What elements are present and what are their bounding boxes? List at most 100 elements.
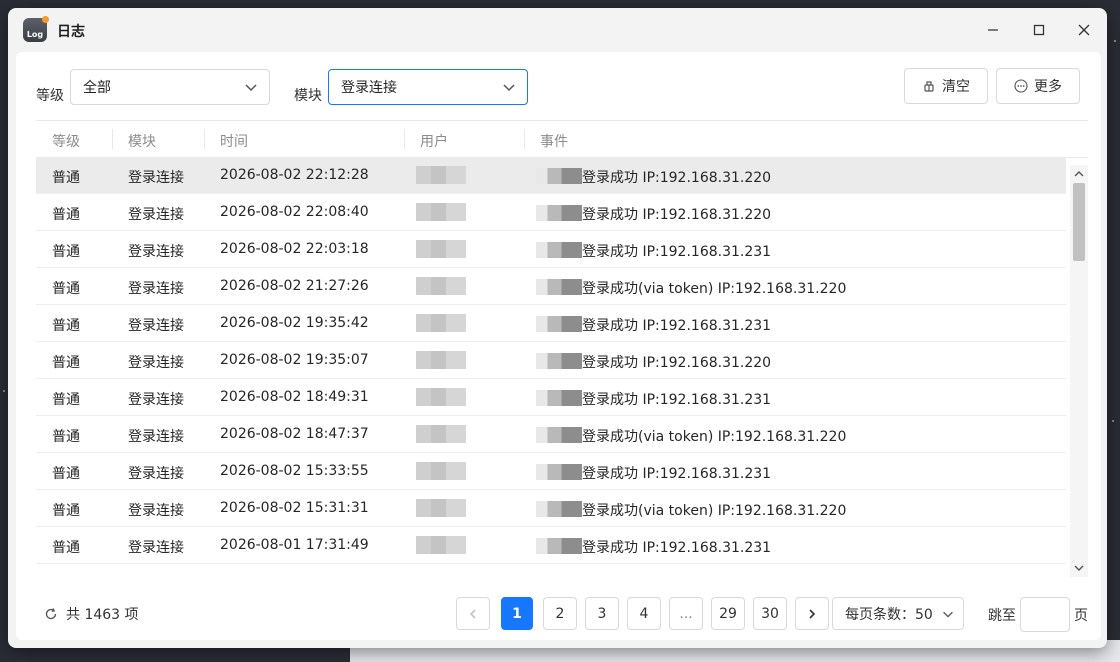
cell-time: 2026-08-02 15:31:31 (220, 500, 369, 516)
table-row[interactable]: 普通 登录连接 2026-08-02 19:35:42 登录成功 IP:192.168… (36, 305, 1066, 342)
cell-event-text: 登录成功 IP:192.168.31.220 (582, 207, 772, 223)
redacted-block (536, 427, 582, 443)
cell-level: 普通 (52, 244, 80, 260)
table-row[interactable]: 普通 登录连接 2026-08-02 21:27:26 登录成功(via token)… (36, 268, 1066, 305)
next-page-button[interactable] (795, 597, 829, 630)
total-count: 共 1463 项 (44, 604, 139, 624)
table-row[interactable]: 普通 登录连接 2026-08-02 22:12:28 登录成功 IP:192.168… (36, 157, 1066, 194)
content-panel: 等级 全部 模块 登录连接 清空 更多 等级 模块 时间 用户 事件 普通 登录… (16, 52, 1101, 640)
cell-time: 2026-08-02 21:27:26 (220, 278, 369, 294)
scroll-thumb[interactable] (1073, 183, 1085, 261)
redacted-block (536, 168, 582, 184)
header-user[interactable]: 用户 (420, 131, 448, 151)
window-title: 日志 (57, 24, 85, 40)
cell-time: 2026-08-02 22:03:18 (220, 241, 369, 257)
page-size-select[interactable]: 每页条数：50 (832, 597, 964, 630)
cell-event-text: 登录成功 IP:192.168.31.220 (582, 355, 772, 371)
cell-level: 普通 (52, 540, 80, 556)
close-icon (1078, 24, 1090, 36)
page-button-30[interactable]: 30 (753, 597, 787, 630)
refresh-icon[interactable] (44, 607, 58, 621)
header-time[interactable]: 时间 (220, 131, 248, 151)
cell-time: 2026-08-02 18:47:37 (220, 426, 369, 442)
cell-time: 2026-08-01 17:31:49 (220, 537, 369, 553)
cell-user-redacted (416, 499, 466, 517)
page-button-2[interactable]: 2 (543, 597, 577, 630)
cell-level: 普通 (52, 170, 80, 186)
redacted-block (536, 538, 582, 554)
redacted-block (536, 316, 582, 332)
cell-user-redacted (416, 166, 466, 184)
cell-module: 登录连接 (128, 503, 184, 519)
cell-event-text: 登录成功 IP:192.168.31.231 (582, 244, 772, 260)
redacted-block (536, 464, 582, 480)
level-select-value: 全部 (83, 80, 111, 96)
header-level[interactable]: 等级 (52, 131, 80, 151)
redacted-block (536, 353, 582, 369)
header-event[interactable]: 事件 (540, 131, 568, 151)
minimize-icon (988, 29, 998, 31)
broom-icon (924, 81, 934, 92)
table-row[interactable]: 普通 登录连接 2026-08-02 22:03:18 登录成功 IP:192.168… (36, 231, 1066, 268)
level-select[interactable]: 全部 (70, 69, 270, 105)
cell-user-redacted (416, 277, 466, 295)
cell-user-redacted (416, 203, 466, 221)
table-row[interactable]: 普通 登录连接 2026-08-02 15:33:55 登录成功 IP:192.168… (36, 453, 1066, 490)
chevron-left-icon (469, 608, 476, 619)
more-icon (1014, 79, 1028, 93)
maximize-button[interactable] (1024, 18, 1054, 42)
title-bar[interactable]: Log 日志 (8, 8, 1107, 52)
table-scrollbar[interactable] (1070, 165, 1088, 577)
module-select[interactable]: 登录连接 (328, 69, 528, 105)
prev-page-button[interactable] (456, 597, 490, 630)
page-button-3[interactable]: 3 (585, 597, 619, 630)
header-module[interactable]: 模块 (128, 131, 156, 151)
jump-page-input[interactable] (1020, 597, 1070, 632)
level-filter-label: 等级 (36, 88, 64, 104)
table-row[interactable]: 普通 登录连接 2026-08-01 17:31:49 登录成功 IP:192.168… (36, 527, 1066, 564)
close-button[interactable] (1069, 18, 1099, 42)
table-row[interactable]: 普通 登录连接 2026-08-02 18:49:31 登录成功 IP:192.168… (36, 379, 1066, 416)
cell-event: 登录成功 IP:192.168.31.220 (536, 204, 771, 224)
page-ellipsis[interactable]: ... (669, 597, 703, 630)
minimize-button[interactable] (978, 18, 1008, 42)
background-star (3, 390, 5, 392)
page-button-4[interactable]: 4 (627, 597, 661, 630)
cell-event: 登录成功(via token) IP:192.168.31.220 (536, 426, 846, 446)
cell-event: 登录成功 IP:192.168.31.231 (536, 537, 771, 557)
page-button-29[interactable]: 29 (711, 597, 745, 630)
cell-module: 登录连接 (128, 244, 184, 260)
more-button-label: 更多 (1034, 79, 1062, 95)
table-row[interactable]: 普通 登录连接 2026-08-02 15:31:31 登录成功(via token)… (36, 490, 1066, 527)
cell-event: 登录成功 IP:192.168.31.231 (536, 315, 771, 335)
cell-time: 2026-08-02 18:49:31 (220, 389, 369, 405)
cell-event: 登录成功 IP:192.168.31.220 (536, 352, 771, 372)
jump-to-label: 跳至 (988, 608, 1016, 624)
scroll-down-icon[interactable] (1074, 563, 1084, 573)
cell-user-redacted (416, 240, 466, 258)
cell-time: 2026-08-02 15:33:55 (220, 463, 369, 479)
chevron-down-icon (943, 611, 953, 618)
cell-user-redacted (416, 388, 466, 406)
cell-module: 登录连接 (128, 281, 184, 297)
table-row[interactable]: 普通 登录连接 2026-08-02 22:08:40 登录成功 IP:192.168… (36, 194, 1066, 231)
background-star (1114, 40, 1116, 42)
cell-user-redacted (416, 314, 466, 332)
total-count-text: 共 1463 项 (66, 607, 139, 623)
table-row[interactable]: 普通 登录连接 2026-08-02 18:47:37 登录成功(via token)… (36, 416, 1066, 453)
table-row[interactable]: 普通 登录连接 2026-08-02 19:35:07 登录成功 IP:192.168… (36, 342, 1066, 379)
cell-module: 登录连接 (128, 318, 184, 334)
maximize-icon (1033, 24, 1045, 36)
cell-user-redacted (416, 351, 466, 369)
more-button[interactable]: 更多 (996, 68, 1080, 104)
cell-event-text: 登录成功 IP:192.168.31.231 (582, 540, 772, 556)
clear-button[interactable]: 清空 (904, 68, 988, 104)
table-body: 普通 登录连接 2026-08-02 22:12:28 登录成功 IP:192.168… (36, 157, 1066, 564)
page-button-1[interactable]: 1 (501, 597, 533, 630)
cell-event: 登录成功 IP:192.168.31.231 (536, 389, 771, 409)
scroll-up-icon[interactable] (1074, 169, 1084, 179)
page-size-text: 每页条数：50 (845, 606, 933, 623)
cell-level: 普通 (52, 429, 80, 445)
chevron-right-icon (809, 608, 816, 619)
redacted-block (536, 205, 582, 221)
